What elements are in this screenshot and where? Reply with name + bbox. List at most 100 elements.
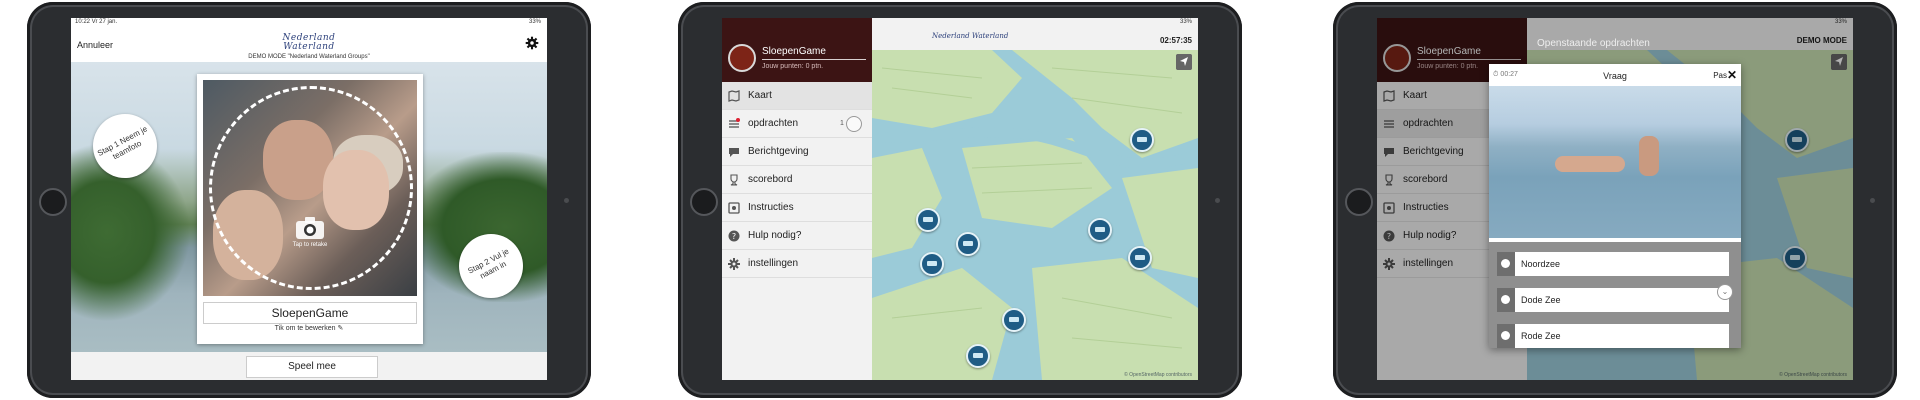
lock-icon[interactable] <box>846 116 862 132</box>
step1-bubble: Stap 1 Neem je teamfoto <box>93 114 157 178</box>
sidebar-item-hulp[interactable]: ? Hulp nodig? <box>722 222 872 250</box>
home-button[interactable] <box>1345 188 1373 216</box>
sidebar-header: SloepenGame Jouw punten: 0 ptn. <box>722 18 872 82</box>
map-view[interactable]: © OpenStreetMap contributors <box>872 18 1198 380</box>
sidebar-item-instructies[interactable]: Instructies <box>722 194 872 222</box>
svg-text:?: ? <box>732 232 736 241</box>
team-card: Tap to retake SloepenGame Tik om te bewe… <box>197 74 423 344</box>
front-camera <box>1870 198 1875 203</box>
logo-line2: Waterland <box>283 42 335 52</box>
answer-label: Dode Zee <box>1521 295 1561 305</box>
answer-option[interactable]: Dode Zee <box>1497 288 1729 312</box>
edit-hint-text: Tik om te bewerken <box>274 325 336 332</box>
photo-frame-circle <box>209 86 413 290</box>
gear-icon <box>728 258 740 270</box>
chevron-down-icon[interactable]: ⌄ <box>1717 284 1733 300</box>
boat-pin[interactable] <box>1002 308 1026 332</box>
person <box>1555 156 1625 172</box>
sidebar-menu: SloepenGame Jouw punten: 0 ptn. Kaart op… <box>722 18 872 380</box>
answer-label: Noordzee <box>1521 259 1561 269</box>
sidebar-team-name: SloepenGame <box>762 46 826 57</box>
answer-option[interactable]: Rode Zee <box>1497 324 1729 348</box>
radio-button[interactable] <box>1497 252 1515 276</box>
points-label: Jouw punten: 0 ptn. <box>762 63 824 70</box>
dialog-title: Vraag <box>1603 71 1627 81</box>
question-photo <box>1489 86 1741 238</box>
map-attribution: © OpenStreetMap contributors <box>1124 372 1192 378</box>
sidebar-item-berichtgeving[interactable]: Berichtgeving <box>722 138 872 166</box>
sidebar-item-kaart[interactable]: Kaart <box>722 82 872 110</box>
front-camera <box>564 198 569 203</box>
home-button[interactable] <box>690 188 718 216</box>
sidebar-item-label: Kaart <box>748 90 772 101</box>
tasks-header-title: Openstaande opdrachten <box>1537 38 1650 49</box>
logo: Nederland Waterland <box>271 34 347 52</box>
screen-team-setup: 10:22 Vr 27 jan. 33% Annuleer Nederland … <box>71 18 547 380</box>
question-dialog: ⏱ 00:27 Vraag Pas ✕ Noordzee Dode Zee Ro… <box>1489 64 1741 348</box>
game-timer: 02:57:35 <box>1159 36 1192 45</box>
tablet-question: © OpenStreetMap contributors 33% DEMO MO… <box>1333 2 1897 398</box>
top-bar: 10:22 Vr 27 jan. 33% Annuleer Nederland … <box>71 18 547 62</box>
map-logo: Nederland Waterland <box>932 32 1009 40</box>
help-icon: ? <box>728 230 740 242</box>
camera-icon[interactable] <box>295 216 325 240</box>
list-icon <box>729 118 740 128</box>
battery-level: 33% <box>1179 19 1192 25</box>
screen-map-menu: © OpenStreetMap contributors 33% 02:57:3… <box>722 18 1198 380</box>
sidebar-item-label: opdrachten <box>748 118 799 129</box>
demo-mode-label: DEMO MODE "Nederland Waterland Groups" <box>248 54 370 60</box>
boat-pin[interactable] <box>1088 218 1112 242</box>
radio-button[interactable] <box>1497 288 1515 312</box>
play-button[interactable]: Speel mee <box>246 356 378 378</box>
sidebar-item-instellingen[interactable]: instellingen <box>722 250 872 278</box>
person <box>1639 136 1659 176</box>
team-name-field[interactable]: SloepenGame <box>203 302 417 324</box>
close-icon[interactable]: ✕ <box>1727 68 1737 82</box>
tasks-count: 1 <box>840 120 844 127</box>
gear-icon[interactable] <box>525 36 539 50</box>
battery-level: 33% <box>528 19 541 25</box>
answer-label: Rode Zee <box>1521 331 1561 341</box>
chat-icon <box>729 148 739 157</box>
status-bar: 10:22 Vr 27 jan. 33% <box>71 18 547 27</box>
front-camera <box>1215 198 1220 203</box>
edit-hint: Tik om te bewerken ✎ <box>203 324 415 332</box>
step1-text: Stap 1 Neem je teamfoto <box>95 124 149 162</box>
team-photo[interactable]: Tap to retake <box>203 80 417 296</box>
answer-options: Noordzee Dode Zee Rode Zee <box>1489 242 1741 348</box>
divider <box>762 59 866 60</box>
home-button[interactable] <box>39 188 67 216</box>
sidebar-item-label: scorebord <box>748 174 793 185</box>
info-icon <box>728 202 740 214</box>
step2-bubble: Stap 2 Vul je naam in <box>459 234 523 298</box>
tablet-team-setup: 10:22 Vr 27 jan. 33% Annuleer Nederland … <box>27 2 591 398</box>
step2-text: Stap 2 Vul je naam in <box>466 246 511 281</box>
avatar[interactable] <box>728 44 756 72</box>
edit-icon: ✎ <box>337 325 344 332</box>
radio-button[interactable] <box>1497 324 1515 348</box>
sidebar-item-opdrachten[interactable]: opdrachten 1 <box>722 110 872 138</box>
sidebar-item-label: Hulp nodig? <box>748 230 802 241</box>
status-bar: 33% <box>872 18 1198 27</box>
skip-button[interactable]: Pas <box>1713 71 1727 80</box>
boat-pin[interactable] <box>920 252 944 276</box>
status-time: 10:22 Vr 27 jan. <box>75 19 118 25</box>
boat-pin[interactable] <box>1128 246 1152 270</box>
navigation-icon[interactable] <box>1176 54 1192 70</box>
sidebar-item-label: instellingen <box>748 258 799 269</box>
tablet-map-menu: © OpenStreetMap contributors 33% 02:57:3… <box>678 2 1242 398</box>
map-top-bar: 33% 02:57:35 <box>872 18 1198 50</box>
trophy-icon <box>730 174 738 186</box>
sidebar-item-label: Instructies <box>748 202 794 213</box>
boat-pin[interactable] <box>1130 128 1154 152</box>
boat-pin[interactable] <box>966 344 990 368</box>
cancel-button[interactable]: Annuleer <box>77 40 113 50</box>
map-icon <box>728 90 740 102</box>
sidebar-item-scorebord[interactable]: scorebord <box>722 166 872 194</box>
sidebar-item-label: Berichtgeving <box>748 146 809 157</box>
retake-hint: Tap to retake <box>292 242 328 248</box>
boat-pin[interactable] <box>956 232 980 256</box>
map-land <box>872 50 1198 380</box>
answer-option[interactable]: Noordzee <box>1497 252 1729 276</box>
boat-pin[interactable] <box>916 208 940 232</box>
